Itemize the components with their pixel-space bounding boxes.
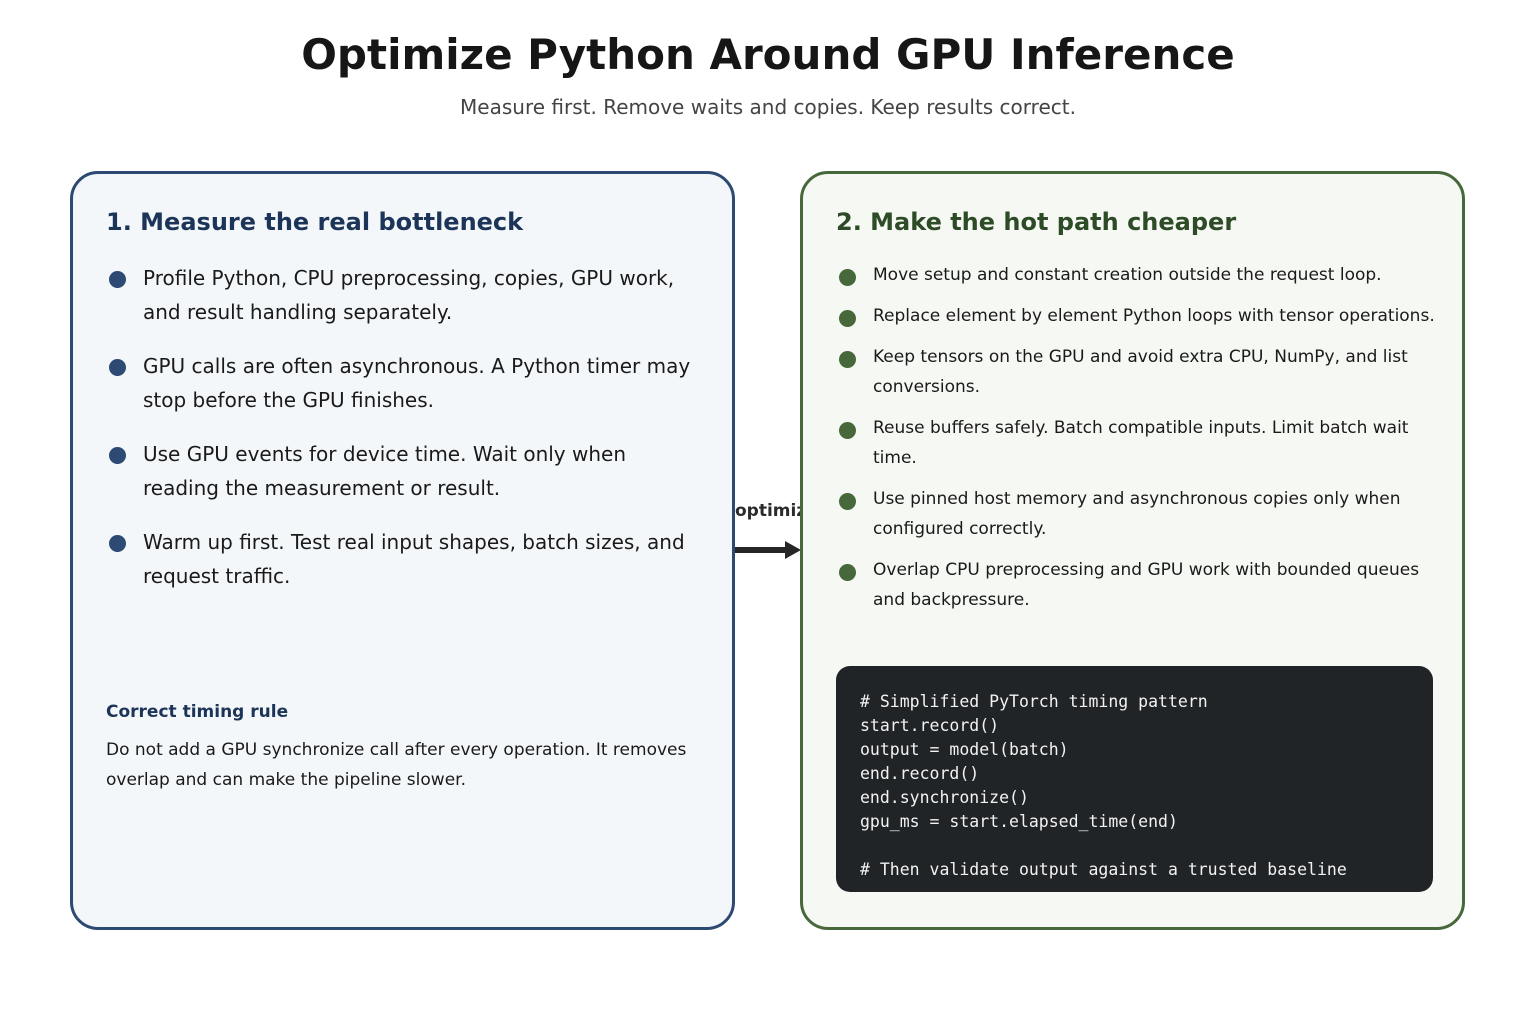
code-snippet: # Simplified PyTorch timing pattern start… (836, 666, 1433, 892)
list-item: Profile Python, CPU preprocessing, copie… (106, 261, 706, 329)
list-item: GPU calls are often asynchronous. A Pyth… (106, 349, 706, 417)
bullet-dot-icon (839, 310, 856, 327)
optimize-connector: optimize (735, 500, 818, 560)
code-line: output = model(batch) (860, 740, 1069, 759)
code-line: # Then validate output against a trusted… (860, 860, 1347, 879)
timing-rule-text: Do not add a GPU synchronize call after … (106, 740, 687, 790)
list-item-text: Replace element by element Python loops … (873, 306, 1435, 326)
list-item: Warm up first. Test real input shapes, b… (106, 525, 706, 593)
bullet-dot-icon (839, 564, 856, 581)
timing-rule-title: Correct timing rule (106, 702, 289, 722)
diagram-canvas: Optimize Python Around GPU Inference Mea… (0, 0, 1536, 1024)
page-title: Optimize Python Around GPU Inference (301, 30, 1235, 79)
list-item: Keep tensors on the GPU and avoid extra … (836, 342, 1436, 402)
list-item: Move setup and constant creation outside… (836, 260, 1436, 290)
list-item-text: GPU calls are often asynchronous. A Pyth… (143, 354, 691, 412)
list-item-text: Warm up first. Test real input shapes, b… (143, 530, 685, 588)
bullet-dot-icon (839, 269, 856, 286)
bullet-dot-icon (109, 447, 126, 464)
list-item: Overlap CPU preprocessing and GPU work w… (836, 555, 1436, 615)
bullet-dot-icon (839, 493, 856, 510)
code-line: end.synchronize() (860, 788, 1029, 807)
code-line: # Simplified PyTorch timing pattern (860, 692, 1208, 711)
list-item-text: Move setup and constant creation outside… (873, 265, 1382, 285)
code-line: gpu_ms = start.elapsed_time(end) (860, 812, 1178, 831)
code-line: end.record() (860, 764, 980, 783)
list-item-text: Use GPU events for device time. Wait onl… (143, 442, 627, 500)
bullet-dot-icon (109, 359, 126, 376)
list-item: Use GPU events for device time. Wait onl… (106, 437, 706, 505)
arrow-right-icon (735, 541, 801, 559)
bullet-dot-icon (839, 351, 856, 368)
list-item-text: Profile Python, CPU preprocessing, copie… (143, 266, 675, 324)
list-item-text: Keep tensors on the GPU and avoid extra … (873, 347, 1408, 397)
measure-panel: 1. Measure the real bottleneck Profile P… (70, 171, 735, 930)
list-item: Reuse buffers safely. Batch compatible i… (836, 413, 1436, 473)
list-item-text: Reuse buffers safely. Batch compatible i… (873, 418, 1409, 468)
list-item: Use pinned host memory and asynchronous … (836, 484, 1436, 544)
hot-path-panel: 2. Make the hot path cheaper Move setup … (800, 171, 1465, 930)
measure-panel-heading: 1. Measure the real bottleneck (106, 208, 524, 236)
hot-path-panel-heading: 2. Make the hot path cheaper (836, 208, 1237, 236)
bullet-dot-icon (839, 422, 856, 439)
code-line: start.record() (860, 716, 1000, 735)
bullet-dot-icon (109, 535, 126, 552)
page-subtitle: Measure first. Remove waits and copies. … (460, 95, 1076, 119)
list-item: Replace element by element Python loops … (836, 301, 1436, 331)
hot-path-bullet-list: Move setup and constant creation outside… (836, 260, 1436, 626)
bullet-dot-icon (109, 271, 126, 288)
measure-bullet-list: Profile Python, CPU preprocessing, copie… (106, 261, 706, 613)
list-item-text: Use pinned host memory and asynchronous … (873, 489, 1401, 539)
list-item-text: Overlap CPU preprocessing and GPU work w… (873, 560, 1420, 610)
